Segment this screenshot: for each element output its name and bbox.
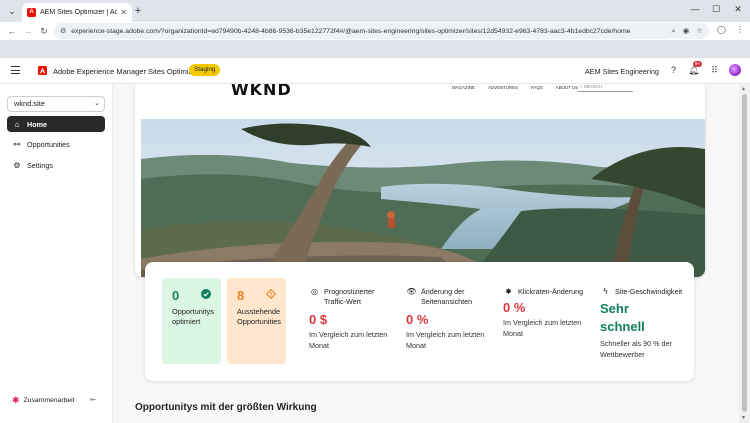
eye-off-icon[interactable]: ◉ [683,26,690,36]
site-preview: WKND MAGAZINE ADVENTURES FAQS ABOUT US ⌕… [135,84,705,277]
hamburger-menu-icon[interactable] [11,66,20,75]
close-tab-icon[interactable]: ✕ [120,8,127,17]
zoom-icon[interactable]: ⌕ [672,26,676,36]
minimize-icon[interactable]: — [689,4,701,14]
metric-value: Sehr schnell [600,301,645,334]
app-name[interactable]: Adobe Experience Manager Sites Optimizer [53,67,199,76]
preview-nav: MAGAZINE ADVENTURES FAQS ABOUT US [452,85,578,90]
collaboration-label: Zusammenarbeit [23,397,75,404]
new-tab-icon[interactable]: + [132,5,144,17]
hero-image [141,119,705,277]
browser-menu-icon[interactable]: ⋮ [736,25,744,34]
sidebar-item-settings[interactable]: ⚙ Settings [7,157,105,173]
site-picker[interactable]: wknd.site ⌄ [7,96,105,112]
optimized-tile[interactable]: 0 Opportunitys optimiert [162,278,221,364]
address-bar: ← → ↻ ⚙ experience-stage.adobe.com/?orga… [0,22,750,40]
scroll-down-icon[interactable]: ▼ [741,415,746,421]
main-content: WKND MAGAZINE ADVENTURES FAQS ABOUT US ⌕… [113,84,739,423]
sidebar: wknd.site ⌄ ⌂ Home ⚯ Opportunities ⚙ Set… [0,84,113,423]
help-icon[interactable]: ? [668,65,679,76]
preview-nav-item: ABOUT US [555,85,579,90]
site-info-icon[interactable]: ⚙ [60,27,66,35]
eye-icon: 👁︎ [406,287,417,296]
metric-subtitle: Schneller als 90 % der Wettbewerber [600,339,672,359]
tab-title: AEM Sites Optimizer | Adobe E [40,9,118,16]
maximize-icon[interactable]: ☐ [710,4,722,15]
scroll-up-icon[interactable]: ▲ [741,86,746,92]
main-scrollbar[interactable]: ▲ ▼ [739,84,750,423]
alert-diamond-icon [266,289,276,299]
slack-icon: ✱ [12,395,20,405]
bookmark-star-icon[interactable]: ☆ [696,26,703,36]
preview-nav-item: MAGAZINE [452,85,475,90]
metric-title: Prognostizierter Traffic-Wert [324,287,375,306]
pending-label: Ausstehende Opportunities [237,307,281,326]
scroll-thumb[interactable] [742,94,747,412]
env-badge: Staging [189,64,221,76]
preview-search-placeholder: SEARCH [583,84,602,89]
click-icon: ✸ [505,287,512,296]
pending-tile[interactable]: 8 Ausstehende Opportunities [227,278,286,364]
back-icon[interactable]: ← [4,26,20,36]
section-title: Opportunitys mit der größten Wirkung [135,402,317,413]
forward-icon[interactable]: → [20,26,36,36]
chevron-down-icon: ⌄ [94,100,100,107]
tab-search-icon[interactable]: ⌄ [5,4,19,18]
sidebar-item-label: Settings [27,160,53,170]
metric-subtitle: Im Vergleich zum letzten Monat [503,318,582,338]
metric-value: 0 % [406,312,429,327]
pageviews-metric: 👁︎ Änderung der Seitenansichten 0 % Im V… [406,287,492,351]
url-field[interactable]: ⚙ experience-stage.adobe.com/?organizati… [54,23,709,39]
apps-grid-icon[interactable]: ⠿ [709,65,720,76]
target-icon: ◎ [311,287,318,296]
close-window-icon[interactable]: ✕ [732,4,744,15]
metric-value: 0 $ [309,312,328,327]
metric-value: 0 % [503,300,526,315]
metrics-card: 0 Opportunitys optimiert 8 Ausstehende O… [145,262,694,381]
metric-subtitle: Im Vergleich zum letzten Monat [309,330,388,350]
reload-icon[interactable]: ↻ [36,26,52,37]
collaboration-link[interactable]: ✱ Zusammenarbeit ⇤ [12,395,100,406]
metric-title: Änderung der Seitenansichten [421,287,473,306]
app-header: Adobe Experience Manager Sites Optimizer… [0,58,750,84]
opportunities-icon: ⚯ [13,139,21,149]
ctr-metric: ✸ Klickraten-Änderung 0 % Im Vergleich z… [503,287,589,339]
wknd-logo: WKND [231,84,292,99]
preview-search: ⌕ SEARCH [578,84,633,92]
browser-tab[interactable]: A AEM Sites Optimizer | Adobe E ✕ [22,3,132,22]
optimized-count: 0 [172,288,180,303]
url-text[interactable]: experience-stage.adobe.com/?organization… [71,28,671,35]
preview-nav-item: FAQS [530,85,543,90]
adobe-logo-icon [38,66,47,75]
adobe-favicon-icon: A [27,8,36,17]
profile-icon[interactable]: ◯ [717,25,726,34]
sidebar-item-label: Home [27,119,47,129]
site-picker-value: wknd.site [14,99,45,108]
optimized-label: Opportunitys optimiert [172,307,214,326]
metric-title: Site-Geschwindigkeit [615,287,683,296]
collapse-sidebar-icon[interactable]: ⇤ [90,395,97,404]
site-speed-metric: ϟ Site-Geschwindigkeit Sehr schnell Schn… [600,287,686,360]
notification-badge: 9+ [693,61,702,67]
traffic-value-metric: ◎ Prognostizierter Traffic-Wert 0 $ Im V… [309,287,395,351]
metric-subtitle: Im Vergleich zum letzten Monat [406,330,485,350]
lightning-icon: ϟ [603,287,608,296]
pending-count: 8 [237,288,245,303]
sidebar-item-home[interactable]: ⌂ Home [7,116,105,132]
sidebar-item-opportunities[interactable]: ⚯ Opportunities [7,136,105,152]
avatar[interactable] [729,64,741,76]
preview-nav-item: ADVENTURES [487,85,518,90]
sidebar-item-label: Opportunities [27,139,70,149]
gear-icon: ⚙ [13,160,21,170]
org-switcher[interactable]: AEM Sites Engineering [585,67,659,76]
browser-tab-bar: ⌄ A AEM Sites Optimizer | Adobe E ✕ + — … [0,0,750,22]
metric-title: Klickraten-Änderung [518,287,584,296]
checkmark-circle-icon [201,289,211,299]
home-icon: ⌂ [14,119,20,129]
